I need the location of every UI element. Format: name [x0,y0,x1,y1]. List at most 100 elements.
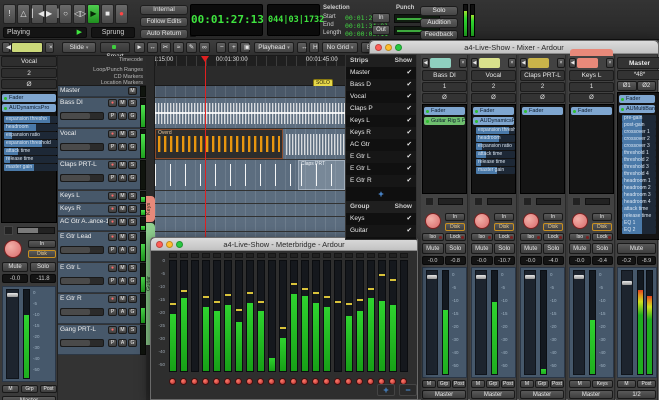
record-enable-button[interactable] [523,213,539,229]
output-button[interactable]: 1/2 [617,390,656,399]
monitor-input-button[interactable]: In [445,213,465,221]
record-enable-button[interactable] [235,378,242,385]
track-header-e-gtr-r[interactable]: E Gtr R ● M S P A G [58,294,140,324]
group-button[interactable]: G [128,112,137,120]
strip-post-button[interactable]: Post [637,380,656,388]
processor-fader[interactable]: Fader [473,107,514,115]
pan-slider[interactable] [585,198,610,205]
lock-button[interactable]: Lock [591,233,613,241]
param-crossover-1[interactable]: crossover 1 [622,129,656,136]
processor-box[interactable]: Fader Guitar Rig 5 FX [422,104,467,194]
visible-check-icon[interactable]: ✔ [407,79,412,91]
automation-button[interactable]: A [118,339,127,347]
param-headroom[interactable]: headroom [476,135,515,142]
record-enable-button[interactable]: ● [108,326,117,334]
mute-button[interactable]: Mute [520,243,542,254]
strip-output-summary[interactable]: *48* [617,70,659,80]
strip-name-button[interactable]: Vocal [471,70,516,81]
follow-edits-button[interactable]: Follow Edits [140,17,196,27]
mute-button[interactable]: Mute [422,243,444,254]
strip-m-button[interactable]: M [2,385,19,393]
output-button[interactable]: Master [471,390,515,399]
strip-post-button[interactable]: Post [452,380,466,388]
output-button[interactable]: Master [520,390,564,399]
processor-box[interactable]: Fader AUDynamicsPro expansion threshoheadr… [471,104,516,194]
punch-out-button[interactable]: Out [372,25,390,35]
mute-button[interactable]: M [118,326,127,334]
mute-button[interactable]: M [118,233,127,241]
strip-grp-button[interactable]: Grp [535,380,549,388]
track-header-e-gtr-l[interactable]: E Gtr L ● M S P A G [58,263,140,293]
add-strip-button[interactable]: + [346,187,416,201]
param-crossover-2[interactable]: crossover 2 [622,136,656,143]
ruler-label-2[interactable]: Loop/Punch Ranges [48,67,143,73]
record-enable-button[interactable] [312,378,319,385]
iso-button[interactable]: Iso [422,233,444,241]
visible-check-icon[interactable]: ✔ [407,213,412,225]
processor-box[interactable]: Fader [569,104,614,194]
gain-slider[interactable] [60,112,104,120]
param-release-time[interactable]: release time [476,159,515,166]
record-enable-button[interactable]: ● [108,192,117,200]
group-button[interactable]: G [128,174,137,182]
strip-list-item-master[interactable]: Master ✔ [346,67,416,79]
strip-name-button[interactable]: Vocal [1,56,57,67]
strip-grp-button[interactable]: Grp [21,385,38,393]
zoom-fit-button[interactable]: ▣ [240,42,250,53]
record-enable-button[interactable] [169,378,176,385]
strip-name-button[interactable]: Bass DI [422,70,467,81]
param--1[interactable]: EQ 1 [622,220,656,227]
group-button[interactable]: G [128,308,137,316]
phase-1-button[interactable]: Ø1 [617,81,637,91]
mute-button[interactable]: Mute [2,262,28,272]
strip-phase-button[interactable]: Ø [1,79,57,89]
visible-check-icon[interactable]: ✔ [407,91,412,103]
gain-fader[interactable] [573,270,585,375]
edit-mode-dropdown[interactable]: Slide ▾ [62,42,96,53]
solo-button[interactable]: S [128,99,137,107]
param-threshold-2[interactable]: threshold 2 [622,157,656,164]
solo-button[interactable]: Solo [493,243,515,254]
visible-check-icon[interactable]: ✔ [407,151,412,163]
visible-check-icon[interactable]: ✔ [407,67,412,79]
processor-fader[interactable]: Fader [619,95,655,103]
peak-display[interactable]: -10.7 [493,256,515,265]
zoom-in-button[interactable]: + [377,384,395,396]
go-to-start-button[interactable]: ▏◀ [31,4,44,24]
param-master-gain[interactable]: master gain [4,164,58,171]
solo-button[interactable]: S [128,295,137,303]
record-enable-button[interactable] [425,213,441,229]
output-button[interactable]: Master [2,396,56,400]
track-header-ac-gtr-a-ance-1[interactable]: AC Gtr A..ance-1 ● M S [58,217,140,231]
strip-nav-icon[interactable]: ◀ [569,58,576,68]
selected-track-color-swatch[interactable] [11,42,43,53]
record-enable-button[interactable] [345,378,352,385]
record-enable-button[interactable]: ● [108,161,117,169]
solo-button[interactable]: Solo [542,243,564,254]
solo-button[interactable]: Solo [591,243,613,254]
record-enable-button[interactable] [268,378,275,385]
param-expansion-threshold[interactable]: expansion threshold [4,140,58,147]
monitor-input-button[interactable]: In [494,213,514,221]
track-header-claps-prt-l[interactable]: Claps PRT-L ● M S P A G [58,160,140,190]
mixer-group-tab[interactable] [570,49,613,56]
param-post-gain[interactable]: post-gain [622,122,656,129]
gain-display[interactable]: -0.0 [520,256,542,265]
record-enable-button[interactable] [334,378,341,385]
track-header-keys-l[interactable]: Keys L ● M S [58,191,140,203]
gain-slider[interactable] [60,143,104,151]
mute-button[interactable]: Mute [617,243,656,254]
grab-tool-button[interactable]: ► [134,42,145,53]
param-headroom-2[interactable]: headroom 2 [622,185,656,192]
pan-slider[interactable] [536,198,561,205]
strip-close-icon[interactable]: × [459,58,467,68]
gain-display[interactable]: -0.0 [471,256,493,265]
param-threshold-1[interactable]: threshold 1 [622,150,656,157]
pan-slider[interactable] [487,198,512,205]
strip-post-button[interactable]: Post [550,380,564,388]
iso-button[interactable]: Iso [471,233,493,241]
record-enable-button[interactable]: ● [108,205,117,213]
strip-list-item-keys-r[interactable]: Keys R ✔ [346,127,416,139]
region-overdub[interactable]: Overd [155,129,283,159]
automation-button[interactable]: A [118,308,127,316]
